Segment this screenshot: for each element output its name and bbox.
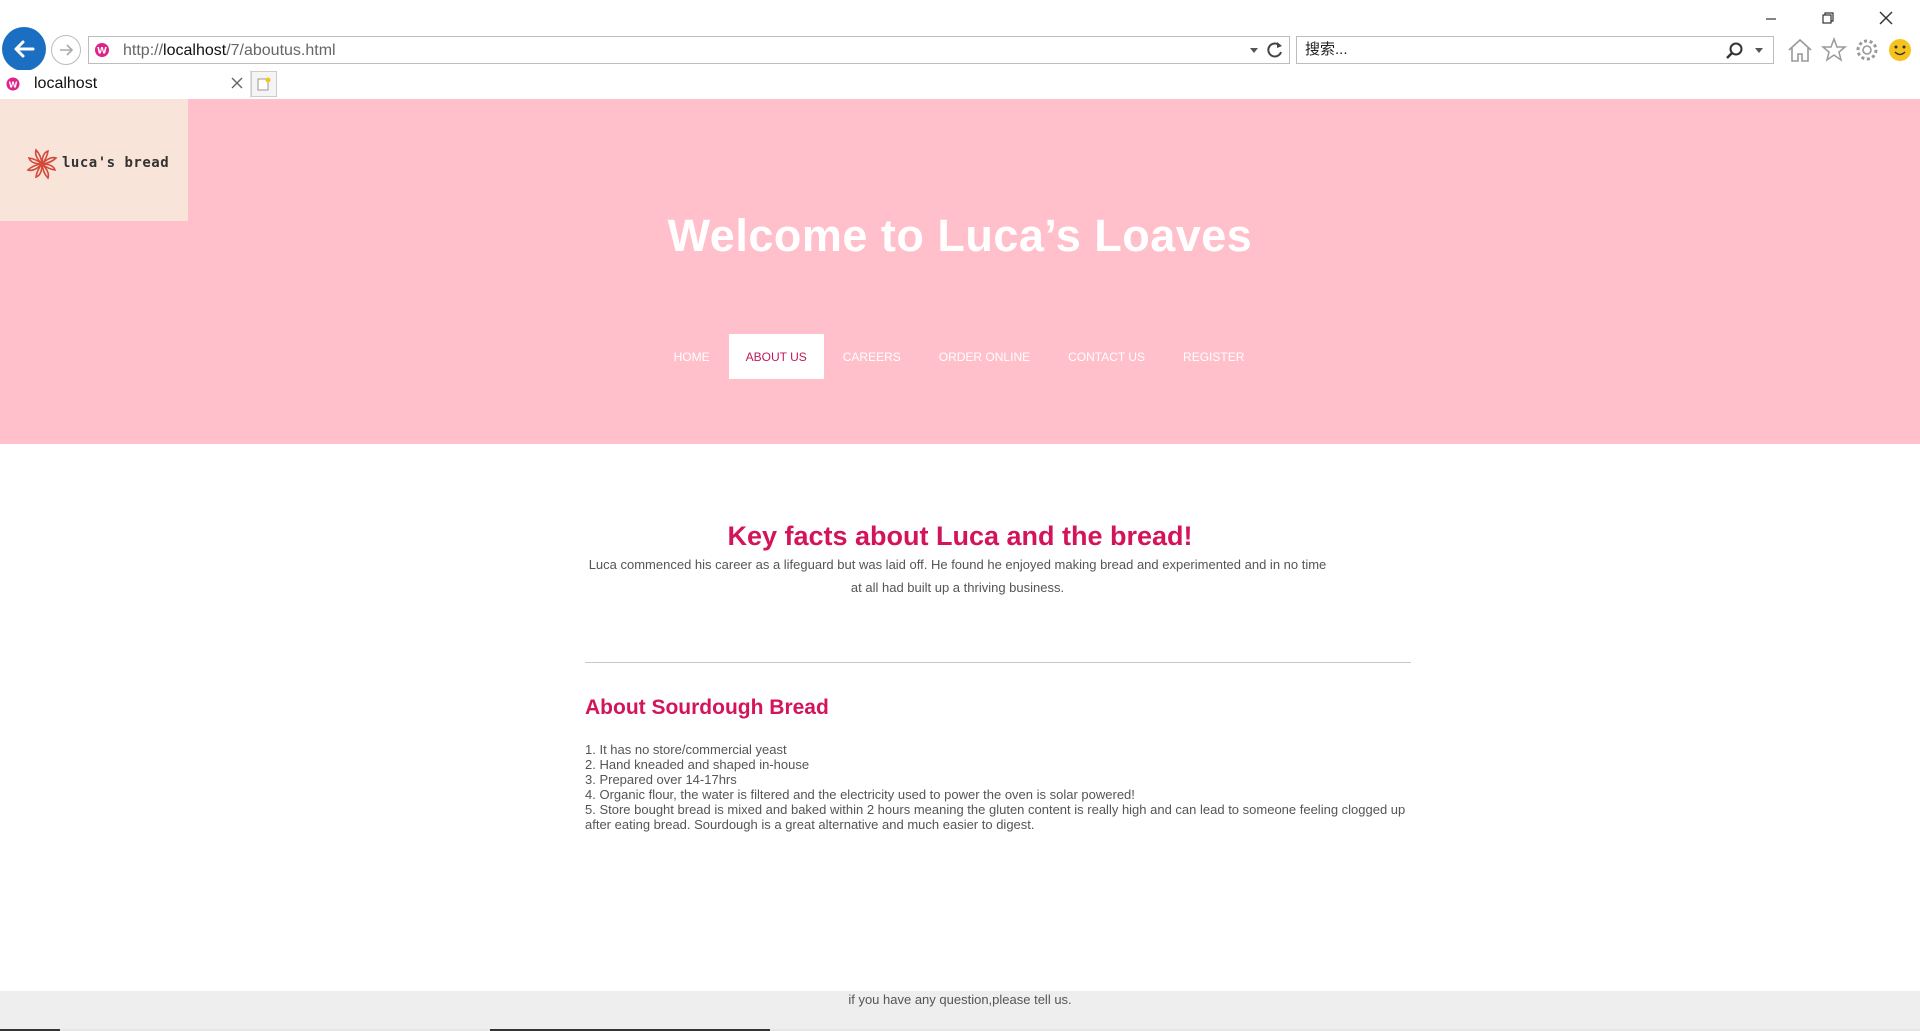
nav-contact-us[interactable]: CONTACT US (1049, 334, 1164, 379)
minimize-icon (1766, 18, 1776, 20)
tab-favicon-icon: W (6, 77, 20, 91)
nav-register[interactable]: REGISTER (1164, 334, 1263, 379)
home-icon[interactable] (1786, 36, 1814, 64)
search-box[interactable] (1296, 36, 1774, 64)
browser-tab[interactable]: W localhost (0, 70, 251, 98)
new-tab-button[interactable] (251, 71, 277, 97)
svg-text:W: W (9, 81, 18, 90)
refresh-icon[interactable] (1265, 40, 1285, 60)
tab-title: localhost (34, 75, 98, 92)
address-dropdown-icon[interactable] (1247, 41, 1261, 59)
list-item: 3. Prepared over 14-17hrs (585, 772, 737, 787)
logo[interactable]: luca's bread (0, 99, 188, 221)
back-button[interactable] (2, 27, 46, 71)
url-text: http://localhost/7/aboutus.html (123, 42, 336, 59)
site-favicon-icon: W (95, 43, 109, 57)
forward-button[interactable] (51, 35, 81, 65)
address-bar[interactable]: W http://localhost/7/aboutus.html (88, 36, 1290, 64)
page-title: Welcome to Luca’s Loaves (667, 210, 1253, 261)
close-window-button[interactable] (1866, 6, 1906, 30)
restore-icon (1822, 12, 1834, 24)
settings-gear-icon[interactable] (1853, 36, 1881, 64)
restore-button[interactable] (1808, 6, 1848, 30)
forward-arrow-icon (60, 44, 74, 56)
nav-careers[interactable]: CAREERS (824, 334, 920, 379)
main-nav: HOME ABOUT US CAREERS ORDER ONLINE CONTA… (0, 334, 1920, 379)
logo-text: luca's bread (62, 155, 170, 171)
search-icon[interactable] (1725, 41, 1745, 61)
svg-text:W: W (97, 47, 107, 57)
nav-about-us[interactable]: ABOUT US (728, 334, 824, 379)
list-item: 2. Hand kneaded and shaped in-house (585, 757, 810, 772)
list-item: 5. Store bought bread is mixed and baked… (585, 802, 1406, 832)
site-footer: if you have any question,please tell us. (0, 991, 1920, 1031)
footer-text: if you have any question,please tell us. (848, 992, 1072, 1007)
nav-order-online[interactable]: ORDER ONLINE (920, 334, 1049, 379)
search-input[interactable] (1303, 40, 1707, 59)
site-header: luca's bread Welcome to Luca’s Loaves HO… (0, 99, 1920, 444)
favorites-star-icon[interactable] (1820, 36, 1848, 64)
search-dropdown-icon[interactable] (1753, 41, 1765, 59)
close-icon (1879, 11, 1893, 25)
key-facts-heading: Key facts about Luca and the bread! (727, 521, 1193, 551)
list-item: 1. It has no store/commercial yeast (585, 742, 787, 757)
smiley-feedback-icon[interactable] (1886, 36, 1914, 64)
key-facts-text: Luca commenced his career as a lifeguard… (588, 557, 1327, 595)
back-arrow-icon (14, 40, 35, 58)
logo-flower-icon (26, 148, 58, 180)
new-tab-icon (257, 77, 271, 91)
browser-chrome: W http://localhost/7/aboutus.html W loca… (0, 0, 1920, 99)
nav-home[interactable]: HOME (655, 334, 729, 379)
tab-close-icon[interactable] (228, 74, 246, 92)
sourdough-list: 1. It has no store/commercial yeast 2. H… (585, 742, 1411, 832)
minimize-button[interactable] (1751, 6, 1791, 30)
section-divider (585, 662, 1411, 663)
sourdough-heading: About Sourdough Bread (585, 696, 829, 719)
list-item: 4. Organic flour, the water is filtered … (585, 787, 1135, 802)
